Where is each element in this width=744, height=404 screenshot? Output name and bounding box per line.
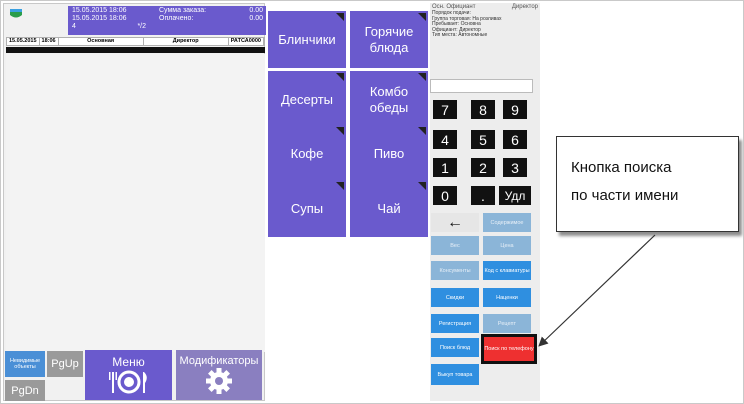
modifiers-button[interactable]: Модификаторы bbox=[176, 350, 262, 400]
order-current-date: 15.05.2015 18:06 bbox=[72, 15, 127, 22]
back-arrow-button[interactable]: ← bbox=[431, 213, 479, 232]
order-list[interactable] bbox=[6, 54, 265, 352]
order-dates: 15.05.2015 18:06 15.05.2015 18:06 4 */2 bbox=[68, 6, 156, 35]
number-display bbox=[430, 79, 533, 93]
order-info-row: 15.05.2015 18:06 Основная Директор РАТСА… bbox=[6, 37, 265, 46]
employee-role: Директор bbox=[511, 4, 538, 10]
paid-label: Оплачено: bbox=[159, 15, 194, 22]
selected-order-line[interactable] bbox=[6, 47, 265, 53]
info-code: РАТСА0000 bbox=[229, 38, 264, 45]
key-4[interactable]: 4 bbox=[433, 130, 457, 149]
employee-line: Тип места: Автономные bbox=[432, 32, 488, 38]
phone-search-button[interactable]: Поиск по телефону bbox=[481, 334, 537, 364]
consumables-button[interactable]: Консументы bbox=[431, 261, 479, 280]
key-8[interactable]: 8 bbox=[471, 100, 495, 119]
guest-count: 4 bbox=[72, 23, 76, 30]
unknown-objects-button[interactable]: Невидимые объекты bbox=[5, 351, 45, 377]
key-dot[interactable]: . bbox=[471, 186, 495, 205]
order-sum-value: 0.00 bbox=[249, 7, 263, 14]
key-5[interactable]: 5 bbox=[471, 130, 495, 149]
category-beer[interactable]: Пиво bbox=[350, 125, 428, 182]
recipe-button[interactable]: Рецепт bbox=[483, 314, 531, 333]
modifiers-label: Модификаторы bbox=[179, 355, 259, 367]
plate-cutlery-icon bbox=[108, 370, 147, 394]
paid-value: 0.00 bbox=[249, 15, 263, 22]
category-coffee[interactable]: Кофе bbox=[268, 125, 346, 182]
key-3[interactable]: 3 bbox=[503, 158, 527, 177]
keyboard-code-button[interactable]: Код с клавиатуры bbox=[483, 261, 531, 280]
markups-button[interactable]: Наценки bbox=[483, 288, 531, 307]
weight-button[interactable]: Вес bbox=[431, 236, 479, 255]
info-date: 15.05.2015 bbox=[7, 38, 40, 45]
category-combo[interactable]: Комбо обеды bbox=[350, 71, 428, 128]
info-section: Основная bbox=[59, 38, 144, 45]
order-sum-label: Сумма заказа: bbox=[159, 7, 207, 14]
gear-icon bbox=[206, 368, 232, 394]
category-soups[interactable]: Супы bbox=[268, 180, 346, 237]
pos-screen: 15.05.2015 18:06 15.05.2015 18:06 4 */2 С… bbox=[0, 0, 744, 404]
dish-search-button[interactable]: Поиск блюд bbox=[431, 338, 479, 357]
menu-label: Меню bbox=[112, 355, 145, 369]
delete-key[interactable]: Удл bbox=[499, 186, 531, 205]
order-totals: Сумма заказа: 0.00 Оплачено: 0.00 bbox=[156, 6, 266, 35]
table-number: */2 bbox=[137, 23, 146, 30]
menu-button[interactable]: Меню bbox=[85, 350, 172, 400]
category-desserts[interactable]: Десерты bbox=[268, 71, 346, 128]
key-7[interactable]: 7 bbox=[433, 100, 457, 119]
price-button[interactable]: Цена bbox=[483, 236, 531, 255]
order-panel: 15.05.2015 18:06 15.05.2015 18:06 4 */2 С… bbox=[3, 3, 266, 401]
arrow-left-icon: ← bbox=[447, 213, 463, 231]
category-bliny[interactable]: Блинчики bbox=[268, 11, 346, 68]
employee-info: Осн. Официант Директор Порядок подачи: Гр… bbox=[432, 4, 538, 39]
contents-button[interactable]: Содержимое bbox=[483, 213, 531, 232]
category-tea[interactable]: Чай bbox=[350, 180, 428, 237]
key-2[interactable]: 2 bbox=[471, 158, 495, 177]
key-6[interactable]: 6 bbox=[503, 130, 527, 149]
category-hot-dishes[interactable]: Горячие блюда bbox=[350, 11, 428, 68]
registration-button[interactable]: Регистрация bbox=[431, 314, 479, 333]
callout-line-1: Кнопка поиска bbox=[571, 159, 672, 176]
buyout-button[interactable]: Выкуп товара bbox=[431, 364, 479, 385]
key-1[interactable]: 1 bbox=[433, 158, 457, 177]
order-open-date: 15.05.2015 18:06 bbox=[72, 7, 127, 14]
annotation-callout: Кнопка поиска по части имени bbox=[556, 136, 739, 232]
key-0[interactable]: 0 bbox=[433, 186, 457, 205]
discounts-button[interactable]: Скидки bbox=[431, 288, 479, 307]
pgup-button[interactable]: PgUp bbox=[47, 351, 83, 377]
pgdn-button[interactable]: PgDn bbox=[5, 380, 45, 401]
info-role: Директор bbox=[144, 38, 229, 45]
info-time: 18:06 bbox=[40, 38, 59, 45]
key-9[interactable]: 9 bbox=[503, 100, 527, 119]
callout-line-2: по части имени bbox=[571, 187, 679, 204]
app-logo-icon bbox=[10, 9, 22, 18]
